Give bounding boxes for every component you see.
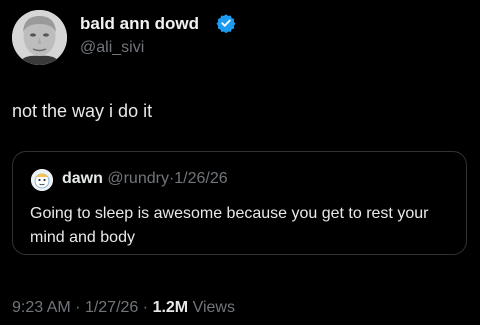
meta-separator: · xyxy=(142,299,149,316)
tweet-meta: 9:23 AM · 1/27/26 · 1.2M Views xyxy=(12,299,235,317)
quote-header: dawn @rundry·1/26/26 xyxy=(62,170,228,188)
cartoon-avatar-icon xyxy=(31,169,53,191)
tweet-time[interactable]: 9:23 AM xyxy=(12,299,71,316)
tweet-text: not the way i do it xyxy=(12,101,153,121)
author-display-name[interactable]: bald ann dowd xyxy=(80,14,199,34)
meta-separator: · xyxy=(75,299,81,316)
quote-author-avatar[interactable] xyxy=(31,169,53,191)
quote-date[interactable]: 1/26/26 xyxy=(174,170,227,187)
quote-author-handle[interactable]: @rundry xyxy=(107,170,169,187)
author-handle[interactable]: @ali_sivi xyxy=(80,39,144,57)
views-label: Views xyxy=(192,299,235,316)
views-count: 1.2M xyxy=(152,299,189,316)
quote-text: Going to sleep is awesome because you ge… xyxy=(30,205,429,246)
profile-photo-icon xyxy=(12,10,67,65)
quote-author-name[interactable]: dawn xyxy=(62,170,103,187)
author-avatar[interactable] xyxy=(12,10,67,65)
quoted-tweet-card[interactable]: dawn @rundry·1/26/26 Going to sleep is a… xyxy=(12,151,467,255)
verified-badge-icon xyxy=(216,14,236,33)
tweet: bald ann dowd @ali_sivi not the way i do… xyxy=(0,0,480,325)
tweet-date[interactable]: 1/27/26 xyxy=(85,299,138,316)
